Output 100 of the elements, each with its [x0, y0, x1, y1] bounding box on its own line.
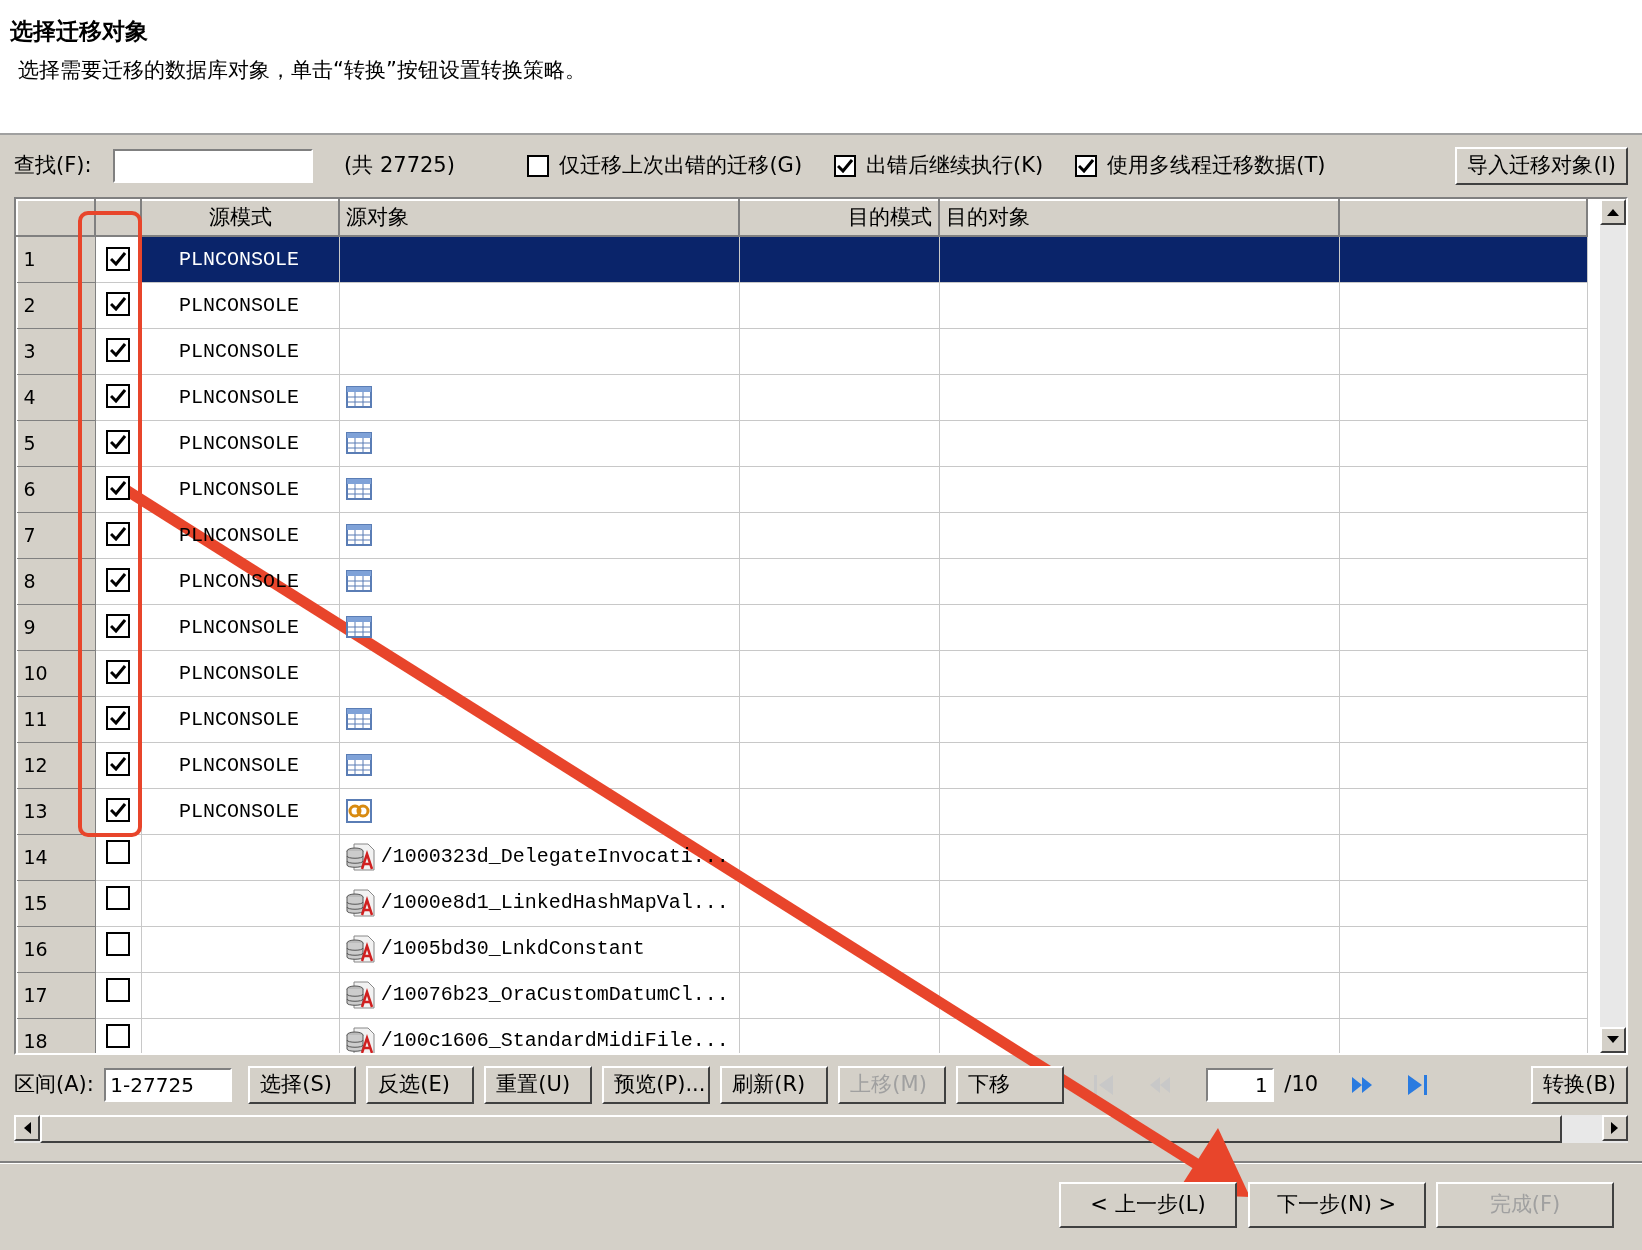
- table-cell: PLNCONSOLE: [179, 708, 300, 731]
- database-icon: [345, 981, 376, 1009]
- checkbox[interactable]: [106, 430, 130, 455]
- vertical-scrollbar[interactable]: [1600, 199, 1626, 1053]
- table-cell-text: /1005bd30_LnkdConstant: [380, 936, 645, 962]
- row-number: 4: [23, 385, 36, 408]
- table-icon: [345, 477, 372, 501]
- row-number: 2: [23, 293, 36, 316]
- checkbox[interactable]: [106, 840, 130, 865]
- scroll-left-icon[interactable]: [23, 1122, 31, 1134]
- action-button[interactable]: 选择(S): [248, 1066, 357, 1104]
- table-cell: PLNCONSOLE: [179, 294, 300, 317]
- checkbox-label: 使用多线程迁移数据(T): [1107, 152, 1326, 180]
- row-number: 18: [23, 1029, 48, 1052]
- action-button[interactable]: 反选(E): [366, 1066, 475, 1104]
- action-button[interactable]: 下移: [956, 1066, 1065, 1104]
- table-cell-text: /100c1606_StandardMidiFile...: [380, 1028, 729, 1053]
- row-number: 6: [23, 477, 36, 500]
- database-icon: [345, 935, 376, 963]
- wizard-button[interactable]: 下一步(N) >: [1247, 1182, 1426, 1228]
- action-button[interactable]: 刷新(R): [720, 1066, 829, 1104]
- checkbox[interactable]: [106, 384, 130, 409]
- checkbox[interactable]: [106, 522, 130, 547]
- checkbox[interactable]: [106, 798, 130, 823]
- table-icon: [345, 431, 372, 455]
- table-cell: PLNCONSOLE: [179, 616, 300, 639]
- page-total: /10: [1284, 1071, 1319, 1099]
- row-number: 7: [23, 523, 36, 546]
- table-cell: PLNCONSOLE: [179, 478, 300, 501]
- table-cell: PLNCONSOLE: [179, 662, 300, 685]
- field-label: 查找(F):: [14, 152, 92, 180]
- row-number: 8: [23, 569, 36, 592]
- column-header[interactable]: 目的对象: [946, 205, 1030, 230]
- table-cell-text: /1000e8d1_LinkedHashMapVal...: [380, 890, 729, 916]
- row-number: 16: [23, 937, 48, 960]
- column-header[interactable]: 源对象: [346, 205, 409, 230]
- checkbox[interactable]: [106, 978, 130, 1003]
- checkbox[interactable]: [106, 660, 130, 685]
- column-header[interactable]: 目的模式: [848, 205, 932, 230]
- table-cell: PLNCONSOLE: [179, 248, 300, 272]
- row-number: 13: [23, 799, 48, 822]
- checkbox-label: 出错后继续执行(K): [866, 152, 1044, 180]
- checkbox[interactable]: [526, 155, 549, 177]
- table-cell: PLNCONSOLE: [179, 800, 300, 823]
- checkbox[interactable]: [106, 1024, 130, 1049]
- search-field[interactable]: [112, 149, 313, 183]
- row-number: 1: [23, 248, 36, 270]
- scroll-right-icon[interactable]: [1611, 1122, 1619, 1134]
- scroll-down-icon[interactable]: [1607, 1036, 1619, 1044]
- checkbox[interactable]: [106, 568, 130, 593]
- wizard-button[interactable]: < 上一步(L): [1059, 1182, 1237, 1228]
- object-count: (共 27725): [344, 152, 455, 180]
- checkbox[interactable]: [106, 752, 130, 777]
- row-number: 17: [23, 983, 48, 1006]
- row-number: 12: [23, 753, 48, 776]
- checkbox[interactable]: [106, 338, 130, 363]
- checkbox[interactable]: [106, 886, 130, 911]
- row-number: 15: [23, 891, 48, 914]
- table-icon: [345, 385, 372, 409]
- row-number: 11: [23, 707, 48, 730]
- checkbox-label: 仅迁移上次出错的迁移(G): [559, 152, 803, 180]
- page-description: 选择需要迁移的数据库对象，单击“转换”按钮设置转换策略。: [18, 56, 587, 84]
- column-header[interactable]: 源模式: [208, 205, 272, 230]
- table-icon: [345, 753, 372, 777]
- row-number: 9: [23, 615, 36, 638]
- checkbox[interactable]: [106, 246, 130, 271]
- checkbox[interactable]: [833, 155, 856, 177]
- field-label: 区间(A):: [14, 1071, 94, 1099]
- checkbox[interactable]: [106, 706, 130, 731]
- scroll-up-icon[interactable]: [1607, 208, 1619, 216]
- database-icon: [345, 843, 376, 871]
- checkbox[interactable]: [106, 932, 130, 957]
- table-cell: PLNCONSOLE: [179, 432, 300, 455]
- checkbox[interactable]: [1074, 155, 1097, 177]
- table-icon: [345, 523, 372, 547]
- checkbox[interactable]: [106, 614, 130, 639]
- sequence-icon: [345, 799, 372, 823]
- page-title: 选择迁移对象: [10, 17, 149, 46]
- table-icon: [345, 615, 372, 639]
- table-cell-text: /10076b23_OraCustomDatumCl...: [380, 982, 729, 1008]
- table-cell: PLNCONSOLE: [179, 340, 300, 363]
- table-cell: PLNCONSOLE: [179, 386, 300, 409]
- table-icon: [345, 707, 372, 731]
- row-number: 3: [23, 339, 36, 362]
- page-field[interactable]: 1: [1205, 1068, 1274, 1102]
- database-icon: [345, 889, 376, 917]
- import-button[interactable]: 导入迁移对象(I): [1455, 147, 1628, 185]
- checkbox[interactable]: [106, 476, 130, 501]
- row-number: 14: [23, 845, 48, 868]
- row-number: 5: [23, 431, 36, 454]
- horizontal-scrollbar[interactable]: [14, 1115, 1628, 1143]
- table-cell: PLNCONSOLE: [179, 754, 300, 777]
- convert-button[interactable]: 转换(B): [1531, 1066, 1628, 1104]
- row-number: 10: [23, 661, 48, 684]
- table-icon: [345, 569, 372, 593]
- last-page-icon[interactable]: [1405, 1073, 1430, 1097]
- action-button[interactable]: 预览(P)...: [602, 1066, 711, 1104]
- range-field[interactable]: 1-27725: [104, 1068, 233, 1102]
- checkbox[interactable]: [106, 292, 130, 317]
- action-button[interactable]: 重置(U): [484, 1066, 593, 1104]
